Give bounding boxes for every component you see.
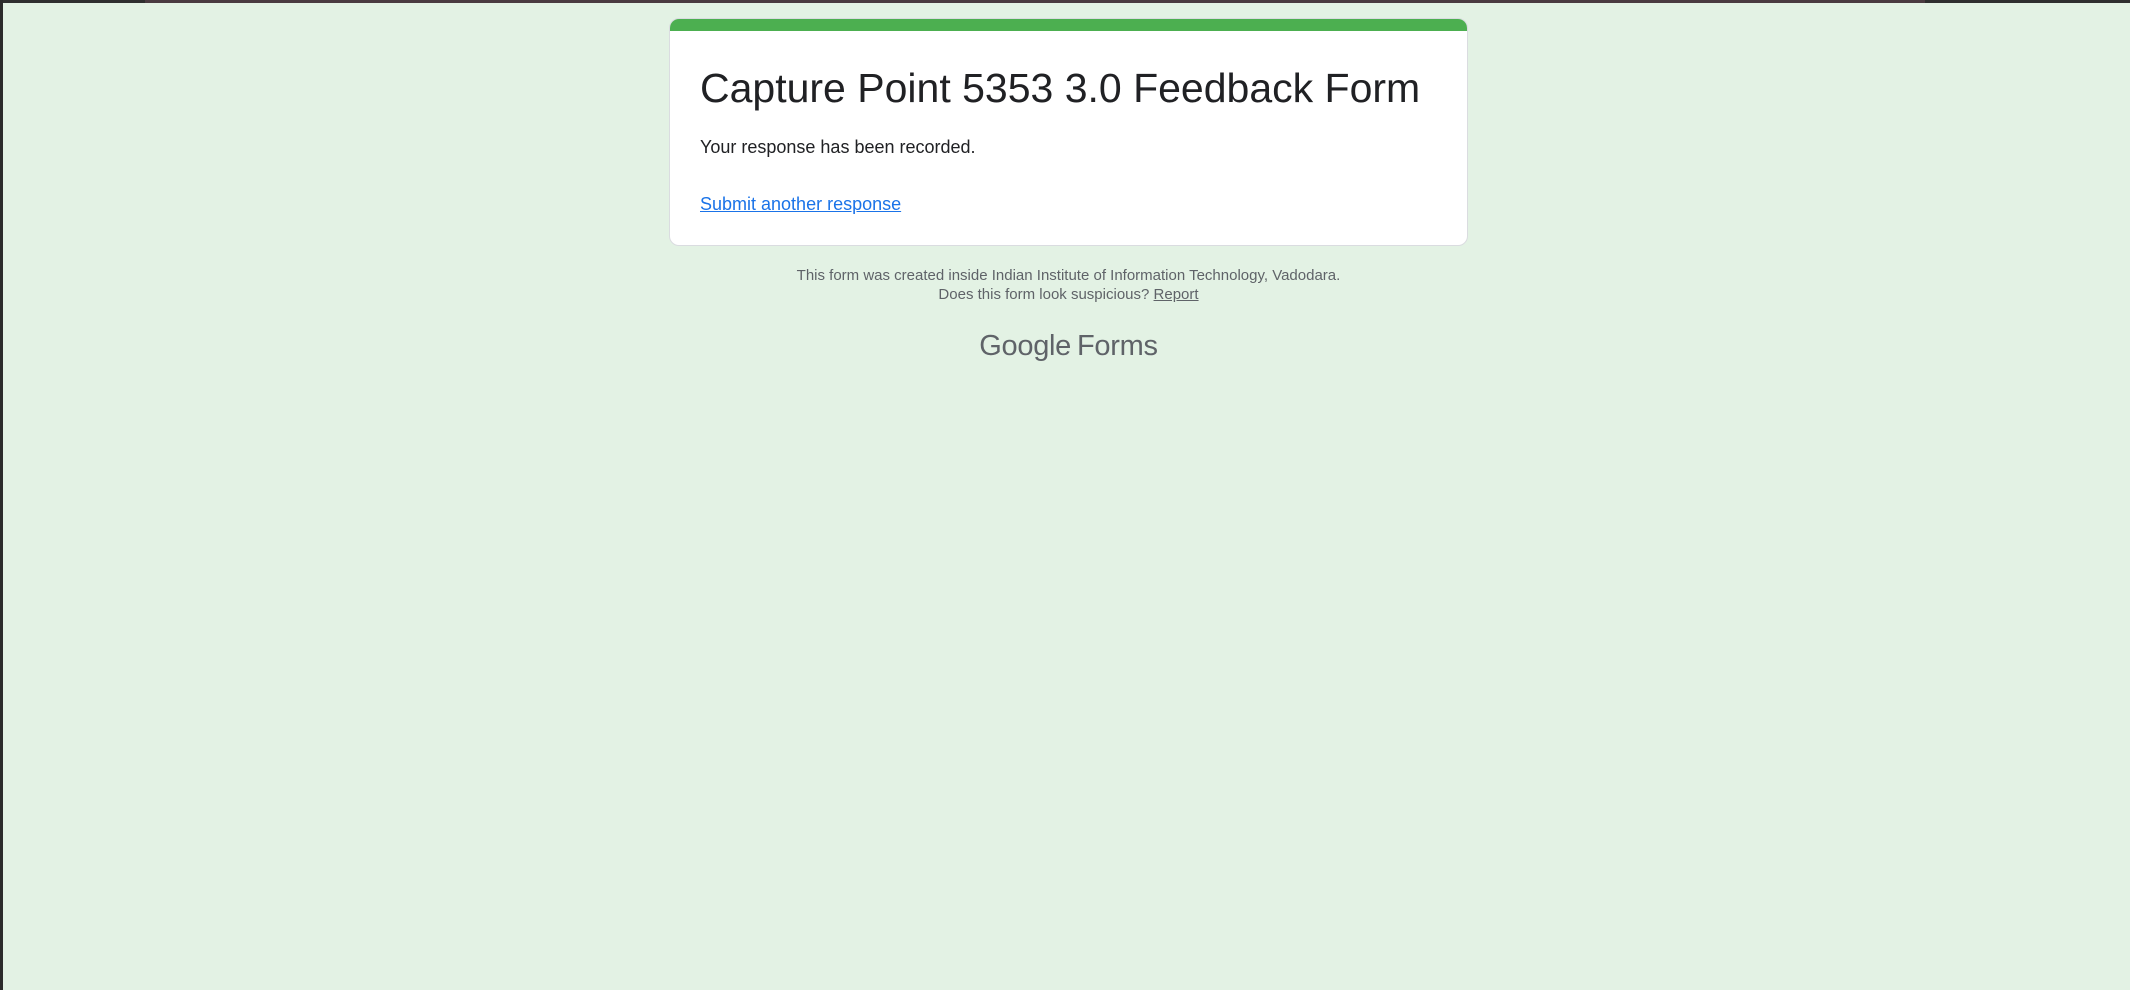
submit-another-response-link[interactable]: Submit another response <box>700 193 901 216</box>
card-accent-bar <box>670 19 1467 31</box>
created-inside-notice: This form was created inside Indian Inst… <box>796 267 1341 284</box>
window-top-edge <box>0 0 2130 3</box>
form-title: Capture Point 5353 3.0 Feedback Form <box>700 65 1421 111</box>
window-top-edge-segment <box>1925 0 2130 3</box>
suspicious-prompt: Does this form look suspicious? <box>938 286 1150 303</box>
suspicious-notice: Does this form look suspicious? Report <box>669 285 1468 304</box>
form-footer: This form was created inside Indian Inst… <box>669 266 1468 304</box>
window-top-edge-segment <box>0 0 145 3</box>
window-left-edge <box>0 0 3 990</box>
confirmation-message: Your response has been recorded. <box>700 137 976 157</box>
forms-wordmark: Forms <box>1077 330 1158 362</box>
google-wordmark: Google <box>979 330 1072 362</box>
report-link[interactable]: Report <box>1154 286 1199 303</box>
response-card: Capture Point 5353 3.0 Feedback Form You… <box>669 18 1468 246</box>
google-forms-logo[interactable]: Google Forms <box>669 328 1468 364</box>
